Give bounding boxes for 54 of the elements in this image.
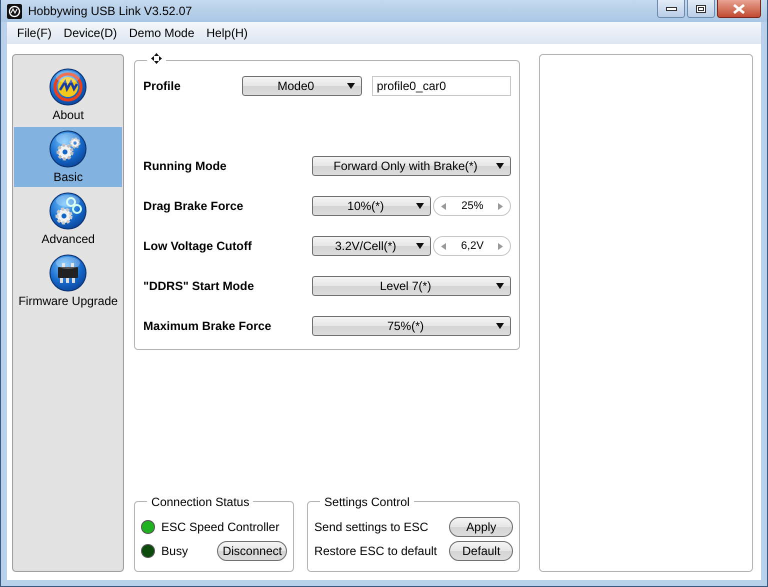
maximize-button[interactable]: [687, 0, 715, 18]
menu-item[interactable]: Device(D): [58, 26, 124, 40]
menu-item[interactable]: Help(H): [200, 26, 254, 40]
profile-dropdown[interactable]: Mode0: [242, 76, 362, 96]
setting-label: Running Mode: [143, 159, 228, 173]
action-button[interactable]: Apply: [449, 517, 514, 537]
status-label: ESC Speed Controller: [161, 520, 280, 534]
left-arrow-icon[interactable]: [441, 202, 446, 210]
app-icon: [7, 4, 22, 18]
gears-icon: [49, 192, 88, 230]
setting-dropdown[interactable]: Level 7(*): [312, 276, 512, 296]
dropdown-arrow-icon: [346, 83, 355, 89]
sidebar-item[interactable]: Basic: [14, 127, 122, 187]
left-arrow-icon[interactable]: [441, 242, 446, 250]
setting-dropdown[interactable]: Forward Only with Brake(*): [312, 156, 512, 176]
field-label: Profile: [143, 79, 182, 93]
minimize-button[interactable]: [657, 0, 685, 18]
dropdown-arrow-icon: [496, 163, 504, 169]
value-spinner[interactable]: 25%: [433, 196, 512, 216]
menu-item[interactable]: File(F): [11, 26, 58, 40]
dropdown-arrow-icon: [496, 283, 504, 289]
setting-dropdown[interactable]: 10%(*): [312, 196, 432, 216]
window-title: Hobbywing USB Link V3.52.07: [28, 4, 194, 18]
profile-name-field[interactable]: profile0_car0: [372, 76, 512, 96]
setting-dropdown[interactable]: 75%(*): [312, 316, 512, 336]
logo-icon: [49, 68, 88, 106]
chip-icon: [49, 254, 88, 292]
group-title: Settings Control: [320, 495, 414, 509]
close-button[interactable]: [717, 0, 761, 18]
disconnect-button[interactable]: Disconnect: [217, 541, 288, 561]
action-label: Send settings to ESC: [314, 520, 430, 534]
action-label: Restore ESC to default: [314, 544, 438, 558]
gears-icon: [49, 130, 88, 168]
dropdown-arrow-icon: [496, 323, 504, 329]
status-label: Busy: [161, 544, 189, 558]
sidebar-item[interactable]: Firmware Upgrade: [14, 251, 122, 311]
setting-label: "DDRS" Start Mode: [143, 279, 255, 293]
dropdown-arrow-icon: [416, 203, 424, 209]
close-icon: [733, 4, 745, 14]
setting-dropdown[interactable]: 3.2V/Cell(*): [312, 236, 432, 256]
setting-label: Drag Brake Force: [143, 199, 244, 213]
sidebar-item[interactable]: About: [14, 65, 122, 125]
sidebar-item[interactable]: Advanced: [14, 189, 122, 249]
action-button[interactable]: Default: [449, 541, 514, 561]
maximize-icon: [696, 4, 706, 12]
group-title: Connection Status: [147, 495, 254, 509]
setting-label: Low Voltage Cutoff: [143, 239, 253, 253]
value-spinner[interactable]: 6,2V: [433, 236, 512, 256]
menu-item[interactable]: Demo Mode: [123, 26, 200, 40]
minimize-icon: [666, 6, 676, 10]
right-arrow-icon[interactable]: [498, 202, 504, 210]
right-arrow-icon[interactable]: [498, 242, 504, 250]
dropdown-arrow-icon: [416, 243, 424, 249]
setting-label: Maximum Brake Force: [143, 319, 272, 333]
